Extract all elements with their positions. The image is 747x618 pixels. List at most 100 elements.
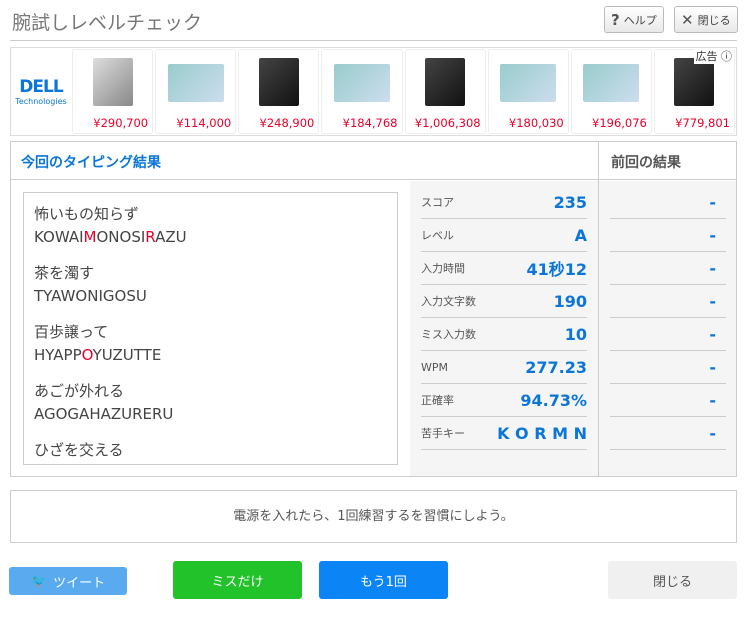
word-romaji: KOWAIMONOSIRAZU	[34, 228, 387, 246]
stat-row: スコア 235	[421, 186, 587, 219]
word-list: 怖いもの知らず KOWAIMONOSIRAZU 茶を濁す TYAWONIGOSU 百歩譲…	[23, 192, 398, 465]
romaji-part: ONOSI	[96, 228, 146, 246]
stat-value: A	[574, 225, 587, 245]
brand: DELL	[19, 77, 63, 97]
product-price: ¥248,900	[259, 116, 315, 130]
product-image	[258, 58, 299, 106]
previous-stat-value: -	[610, 417, 726, 450]
ad-product[interactable]: ¥248,900	[238, 49, 320, 134]
word-japanese: ひざを交える	[34, 441, 124, 459]
stat-row: ミス入力数 10	[421, 318, 587, 351]
current-results-title: 今回のタイピング結果	[21, 155, 161, 171]
help-label: ヘルプ	[623, 13, 657, 27]
stat-value: 41秒12	[526, 260, 587, 279]
stat-row: 入力時間 41秒12	[421, 252, 587, 285]
stat-row: レベル A	[421, 219, 587, 252]
question-icon: ?	[611, 10, 620, 29]
stat-value: K O R M N	[497, 423, 587, 443]
previous-stat-value: -	[610, 318, 726, 351]
close-icon: ✕	[681, 10, 694, 29]
close-button[interactable]: 閉じる	[608, 561, 737, 599]
missed-char: O	[81, 346, 93, 364]
ad-product[interactable]: ¥114,000	[155, 49, 237, 134]
retry-button[interactable]: もう1回	[319, 561, 448, 599]
twitter-bird-icon: 🐦	[30, 573, 48, 589]
product-image	[583, 64, 640, 102]
stat-row: 正確率 94.73%	[421, 384, 587, 417]
stat-label: 正確率	[421, 394, 454, 407]
previous-stat-value: -	[610, 186, 726, 219]
romaji-part: TYAWONIGOSU	[34, 287, 147, 305]
stat-label: 入力時間	[421, 262, 465, 275]
dell-logo[interactable]: DELL Technologies	[11, 48, 71, 135]
stat-label: レベル	[421, 229, 454, 242]
help-button[interactable]: ? ヘルプ	[604, 6, 664, 33]
stat-row: WPM 277.23	[421, 351, 587, 384]
romaji-part: AZU	[155, 228, 187, 246]
previous-stat-value: -	[610, 219, 726, 252]
previous-results-title: 前回の結果	[611, 155, 681, 171]
ad-product[interactable]: ¥1,006,308	[404, 49, 486, 134]
product-image	[425, 58, 466, 106]
stat-row: 苦手キー K O R M N	[421, 417, 587, 450]
previous-stat-value: -	[610, 285, 726, 318]
tweet-label: ツイート	[53, 575, 106, 591]
stat-label: WPM	[421, 360, 449, 374]
word-japanese: あごが外れる	[34, 382, 125, 400]
product-image	[333, 64, 390, 102]
word-romaji: AGOGAHAZURERU	[34, 405, 387, 423]
ad-label[interactable]: 広告 ⓘ	[693, 48, 734, 64]
romaji-part: AGOGAHAZURERU	[34, 405, 174, 423]
stat-value: 277.23	[525, 357, 587, 377]
ad-label-text: 広告	[695, 50, 718, 63]
word-romaji: TYAWONIGOSU	[34, 287, 387, 305]
product-image	[92, 58, 133, 106]
product-image	[167, 64, 224, 102]
product-price: ¥184,768	[342, 116, 398, 130]
romaji-part: KOWAI	[34, 228, 84, 246]
tip-message: 電源を入れたら、1回練習するを習慣にしよう。	[10, 490, 737, 543]
ad-product[interactable]: ¥180,030	[487, 49, 569, 134]
page-title: 腕試しレベルチェック	[12, 12, 203, 34]
stat-label: 苦手キー	[421, 427, 465, 440]
tweet-button[interactable]: 🐦 ツイート	[9, 567, 127, 595]
stat-label: スコア	[421, 196, 454, 209]
missed-char: R	[145, 228, 156, 246]
missed-char: M	[83, 228, 97, 246]
results-panel: 今回のタイピング結果 前回の結果 怖いもの知らず KOWAIMONOSIRAZU 茶を…	[10, 141, 737, 477]
stat-value: 94.73%	[520, 390, 587, 410]
product-price: ¥196,076	[592, 116, 647, 130]
romaji-part: HYAPP	[34, 346, 82, 364]
product-price: ¥180,030	[508, 116, 564, 130]
close-label: 閉じる	[697, 13, 731, 27]
previous-stats-panel: --------	[599, 181, 736, 476]
word-japanese: 怖いもの知らず	[34, 205, 139, 223]
stat-label: 入力文字数	[421, 295, 476, 308]
stat-value: 190	[553, 291, 587, 311]
word-romaji: HYAPPOYUZUTTE	[34, 346, 387, 364]
brand-sub: Technologies	[15, 97, 67, 106]
product-price: ¥1,006,308	[414, 116, 481, 130]
miss-only-button[interactable]: ミスだけ	[173, 561, 302, 599]
ad-product[interactable]: ¥184,768	[321, 49, 403, 134]
close-top-button[interactable]: ✕ 閉じる	[674, 6, 738, 33]
product-price: ¥779,801	[675, 116, 730, 130]
previous-stat-value: -	[610, 351, 726, 384]
word-japanese: 百歩譲って	[34, 323, 109, 341]
product-image	[500, 64, 557, 102]
previous-stat-value: -	[610, 252, 726, 285]
ad-product[interactable]: ¥290,700	[72, 49, 154, 134]
word-japanese: 茶を濁す	[34, 264, 95, 282]
divider	[10, 40, 737, 41]
previous-stat-value: -	[610, 384, 726, 417]
ad-product[interactable]: ¥196,076	[570, 49, 652, 134]
romaji-part: YUZUTTE	[92, 346, 162, 364]
product-price: ¥114,000	[176, 116, 232, 130]
stat-value: 10	[564, 324, 587, 344]
product-price: ¥290,700	[93, 116, 149, 130]
stat-row: 入力文字数 190	[421, 285, 587, 318]
product-image	[674, 58, 715, 106]
stat-value: 235	[553, 192, 587, 212]
ad-banner[interactable]: DELL Technologies ¥290,700 ¥114,000 ¥248,90…	[10, 47, 737, 136]
stat-label: ミス入力数	[421, 328, 476, 341]
